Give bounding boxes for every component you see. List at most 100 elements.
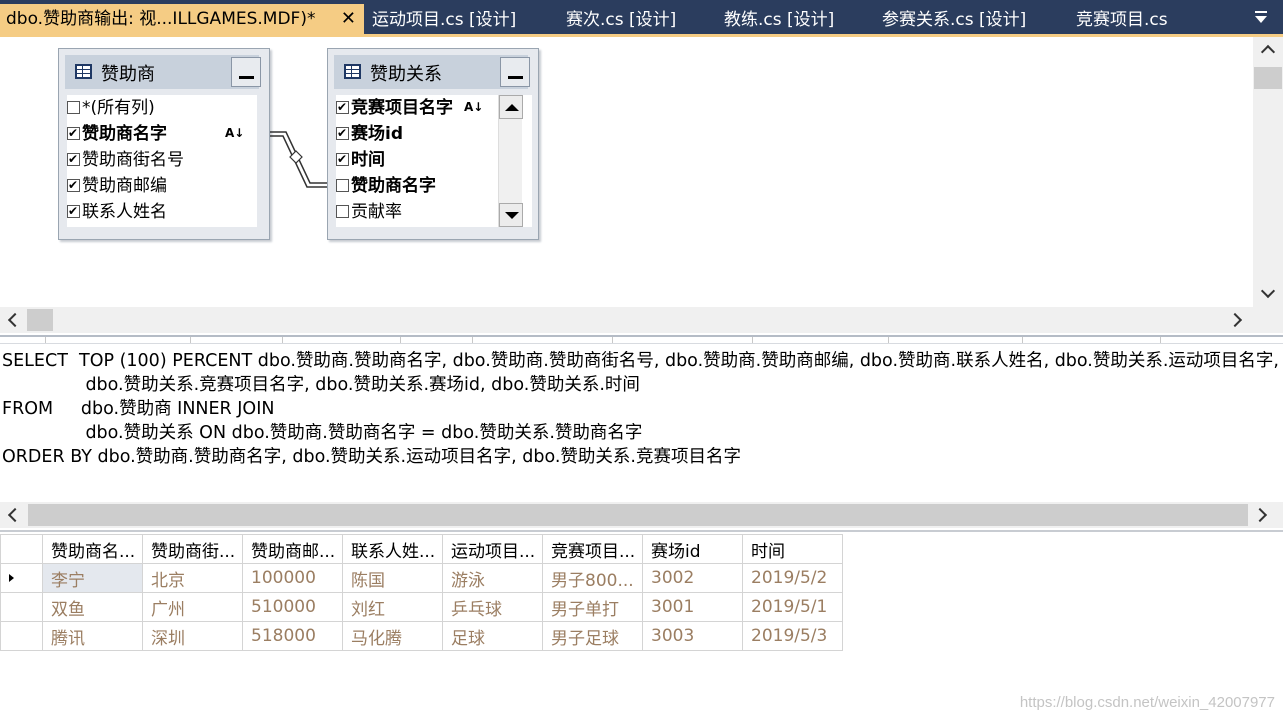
grid-cell[interactable]: 2019/5/3: [742, 621, 843, 651]
minimize-button[interactable]: [500, 57, 530, 87]
column-checkbox[interactable]: [336, 94, 349, 120]
tab-competition-items[interactable]: 竞赛项目.cs: [1076, 6, 1168, 34]
results-grid: 赞助商名... 赞助商街... 赞助商邮... 联系人姓... 运动项目... …: [0, 534, 843, 651]
criteria-pane: [0, 335, 1283, 344]
tab-participation-design[interactable]: 参赛关系.cs [设计]: [882, 6, 1026, 34]
table-row[interactable]: 腾讯 深圳 518000 马化腾 足球 男子足球 3003 2019/5/3: [0, 621, 843, 651]
column-item-sponsor-name[interactable]: 赞助商名字: [336, 173, 436, 199]
column-checkbox[interactable]: [67, 172, 80, 198]
close-tab-icon[interactable]: ✕: [341, 4, 356, 34]
grid-cell[interactable]: 足球: [442, 621, 543, 651]
grid-cell[interactable]: 男子足球: [542, 621, 643, 651]
grid-cell[interactable]: 深圳: [142, 621, 243, 651]
tab-rounds-design[interactable]: 赛次.cs [设计]: [566, 6, 676, 34]
column-item-contact-name[interactable]: 联系人姓名: [67, 198, 167, 225]
grid-cell[interactable]: 510000: [242, 592, 343, 622]
tab-list-dropdown-icon[interactable]: [1255, 10, 1269, 24]
column-checkbox[interactable]: [336, 146, 349, 172]
column-header[interactable]: 赞助商名...: [42, 534, 143, 564]
current-row-arrow-icon: [9, 574, 14, 582]
document-tab-bar: dbo.赞助商输出: 视...ILLGAMES.MDF)* ✕ 运动项目.cs …: [0, 0, 1283, 37]
join-relationship-line[interactable]: [268, 127, 330, 189]
sql-line: ORDER BY dbo.赞助商.赞助商名字, dbo.赞助关系.运动项目名字,…: [2, 447, 741, 467]
grid-cell[interactable]: 518000: [242, 621, 343, 651]
column-item-sponsor-street[interactable]: 赞助商街名号: [67, 146, 184, 173]
column-checkbox[interactable]: [67, 146, 80, 172]
grid-cell[interactable]: 北京: [142, 563, 243, 593]
grid-cell[interactable]: 3002: [642, 563, 743, 593]
column-header[interactable]: 竞赛项目...: [542, 534, 643, 564]
row-header[interactable]: [0, 592, 43, 622]
column-list: *(所有列) 赞助商名字 A↓ 赞助商街名号 赞助商邮编 联系人姓名: [67, 95, 257, 227]
table-sponsorship-relation[interactable]: 赞助关系 竞赛项目名字 A↓ 赛场id 时间 赞助商名字 贡献率: [327, 48, 539, 240]
grid-cell[interactable]: 陈国: [342, 563, 443, 593]
tab-coach-design[interactable]: 教练.cs [设计]: [724, 6, 834, 34]
table-header[interactable]: 赞助关系: [334, 55, 530, 89]
chevron-down-icon[interactable]: [1260, 283, 1276, 299]
chevron-right-icon[interactable]: [1227, 312, 1243, 328]
scroll-up-arrow-icon[interactable]: [499, 95, 523, 119]
column-header[interactable]: 运动项目...: [442, 534, 543, 564]
column-header[interactable]: 赞助商街...: [142, 534, 243, 564]
tab-sponsor-output-view[interactable]: dbo.赞助商输出: 视...ILLGAMES.MDF)* ✕: [0, 4, 364, 34]
scroll-down-arrow-icon[interactable]: [499, 203, 523, 227]
chevron-left-icon[interactable]: [7, 312, 23, 328]
grid-cell[interactable]: 李宁: [42, 563, 143, 593]
grid-cell[interactable]: 双鱼: [42, 592, 143, 622]
column-header[interactable]: 联系人姓...: [342, 534, 443, 564]
column-checkbox[interactable]: [67, 120, 80, 146]
grid-cell[interactable]: 2019/5/2: [742, 563, 843, 593]
table-row[interactable]: 双鱼 广州 510000 刘红 乒乓球 男子单打 3001 2019/5/1: [0, 592, 843, 622]
grid-cell[interactable]: 乒乓球: [442, 592, 543, 622]
chevron-left-icon[interactable]: [7, 507, 23, 523]
column-header[interactable]: 赛场id: [642, 534, 743, 564]
grid-cell[interactable]: 游泳: [442, 563, 543, 593]
minimize-button[interactable]: [231, 57, 261, 87]
scrollbar-thumb[interactable]: [28, 504, 1248, 526]
row-header[interactable]: [0, 621, 43, 651]
table-sponsor[interactable]: 赞助商 *(所有列) 赞助商名字 A↓ 赞助商街名号 赞助商邮编 联系人姓名: [58, 48, 270, 240]
diagram-vertical-scrollbar[interactable]: [1253, 37, 1283, 309]
grid-cell[interactable]: 3003: [642, 621, 743, 651]
grid-cell[interactable]: 男子单打: [542, 592, 643, 622]
table-header[interactable]: 赞助商: [65, 55, 261, 89]
grid-cell[interactable]: 男子800...: [542, 563, 643, 593]
column-item-all[interactable]: *(所有列): [67, 95, 155, 121]
column-checkbox[interactable]: [336, 120, 349, 146]
grid-cell[interactable]: 100000: [242, 563, 343, 593]
tab-label: dbo.赞助商输出: 视...ILLGAMES.MDF)*: [6, 9, 316, 29]
tab-sport-items-design[interactable]: 运动项目.cs [设计]: [372, 6, 516, 34]
row-header[interactable]: [0, 563, 43, 593]
grid-cell[interactable]: 3001: [642, 592, 743, 622]
grid-cell[interactable]: 刘红: [342, 592, 443, 622]
sql-pane[interactable]: SELECT TOP (100) PERCENT dbo.赞助商.赞助商名字, …: [0, 346, 1283, 502]
scrollbar-thumb[interactable]: [1254, 67, 1282, 89]
tab-label: 教练.cs [设计]: [724, 10, 835, 30]
chevron-right-icon[interactable]: [1252, 507, 1268, 523]
column-item-venue-id[interactable]: 赛场id: [336, 120, 403, 147]
column-checkbox[interactable]: [336, 205, 349, 218]
column-item-sponsor-zip[interactable]: 赞助商邮编: [67, 172, 167, 199]
diagram-pane: 赞助商 *(所有列) 赞助商名字 A↓ 赞助商街名号 赞助商邮编 联系人姓名 赞…: [0, 37, 1283, 309]
grid-cell[interactable]: 2019/5/1: [742, 592, 843, 622]
column-header[interactable]: 赞助商邮...: [242, 534, 343, 564]
column-item-competition-name[interactable]: 竞赛项目名字: [336, 94, 453, 121]
column-item-time[interactable]: 时间: [336, 146, 385, 173]
column-checkbox[interactable]: [67, 198, 80, 224]
diagram-horizontal-scrollbar[interactable]: [0, 307, 1283, 333]
grid-cell[interactable]: 马化腾: [342, 621, 443, 651]
row-header-corner[interactable]: [0, 534, 43, 564]
table-row[interactable]: 李宁 北京 100000 陈国 游泳 男子800... 3002 2019/5/…: [0, 563, 843, 593]
sql-line: FROM dbo.赞助商 INNER JOIN: [2, 399, 275, 419]
column-header[interactable]: 时间: [742, 534, 843, 564]
column-list-scrollbar[interactable]: [498, 95, 523, 227]
column-item-sponsor-name[interactable]: 赞助商名字: [67, 120, 167, 147]
column-item-contribution-rate[interactable]: 贡献率: [336, 199, 402, 225]
scrollbar-thumb[interactable]: [27, 309, 53, 331]
column-checkbox[interactable]: [336, 179, 349, 192]
sql-horizontal-scrollbar[interactable]: [0, 502, 1283, 528]
chevron-up-icon[interactable]: [1260, 44, 1276, 60]
grid-cell[interactable]: 腾讯: [42, 621, 143, 651]
column-checkbox[interactable]: [67, 101, 80, 114]
grid-cell[interactable]: 广州: [142, 592, 243, 622]
